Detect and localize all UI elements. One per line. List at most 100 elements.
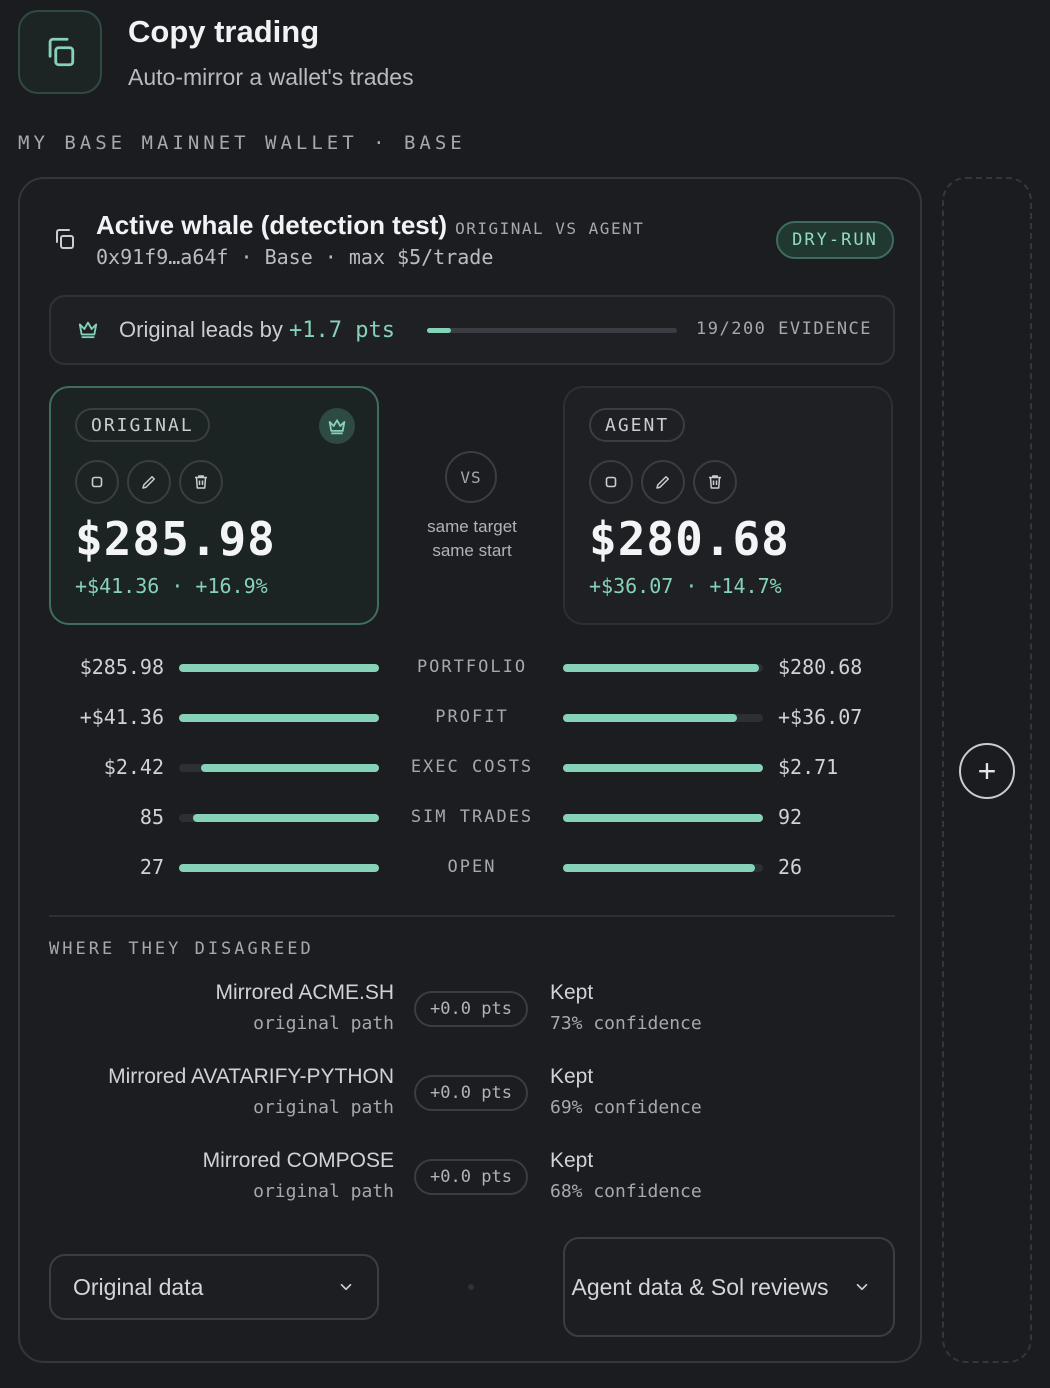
chevron-down-icon: [856, 1283, 868, 1291]
agent-label: AGENT: [589, 408, 686, 442]
divider: [49, 915, 895, 917]
metric-original-bar-fill: [193, 814, 379, 822]
evidence-count: 19/200 EVIDENCE: [696, 319, 873, 339]
agent-portfolio-value: $280.68: [589, 512, 790, 566]
metric-agent-bar-fill: [563, 664, 759, 672]
disagreement-path: original path: [253, 1013, 394, 1034]
pencil-icon: [656, 476, 669, 489]
disagreement-row: Mirrored COMPOSE original path +0.0 pts Kep…: [20, 1149, 924, 1213]
leader-text: Original leads by +1.7 pts: [119, 317, 395, 343]
delete-button[interactable]: [179, 460, 223, 504]
stop-button[interactable]: [75, 460, 119, 504]
leader-summary: Original leads by +1.7 pts 19/200 EVIDEN…: [49, 295, 895, 365]
disagreement-result: Kept: [550, 981, 594, 1004]
copy-trading-app-icon: [18, 10, 102, 94]
metric-agent-bar-fill: [563, 814, 763, 822]
disagreement-path: original path: [253, 1181, 394, 1202]
metric-agent-bar-fill: [563, 714, 737, 722]
metric-agent-value: 26: [778, 855, 803, 879]
metric-row: 85 SIM TRADES 92: [20, 803, 924, 833]
vs-note-line2: same start: [432, 541, 512, 560]
metric-agent-bar: [563, 814, 763, 822]
pencil-icon: [142, 476, 155, 489]
metric-agent-bar-fill: [563, 764, 763, 772]
wallet-label: MY BASE MAINNET WALLET · BASE: [18, 132, 466, 154]
trash-icon: [709, 475, 721, 489]
stop-button[interactable]: [589, 460, 633, 504]
original-controls: [75, 460, 223, 504]
crown-icon: [328, 419, 346, 435]
metric-label: SIM TRADES: [410, 807, 534, 827]
metric-original-value: 27: [139, 855, 164, 879]
divider-dot: [468, 1284, 474, 1290]
metric-original-bar-fill: [201, 764, 379, 772]
disagreement-row: Mirrored AVATARIFY-PYTHON original path +0…: [20, 1065, 924, 1129]
disagreement-title: Mirrored COMPOSE: [202, 1149, 394, 1172]
original-summary-box: ORIGINAL $285.98 +$41.36 · +16.9%: [49, 386, 379, 625]
add-trader-button[interactable]: +: [959, 743, 1015, 799]
agent-data-dropdown[interactable]: Agent data & Sol reviews: [563, 1237, 895, 1337]
disagreement-points: +0.0 pts: [414, 1159, 528, 1195]
metric-original-bar: [179, 764, 379, 772]
original-label: ORIGINAL: [75, 408, 210, 442]
stop-icon: [605, 476, 617, 488]
metric-label: PROFIT: [435, 707, 509, 727]
metric-agent-value: 92: [778, 805, 803, 829]
delete-button[interactable]: [693, 460, 737, 504]
trash-icon: [195, 475, 207, 489]
plus-icon: +: [977, 753, 997, 789]
metric-original-value: +$41.36: [79, 705, 164, 729]
metric-original-bar: [179, 664, 379, 672]
leader-prefix: Original leads by: [119, 317, 283, 342]
vs-badge: VS: [445, 451, 497, 503]
original-portfolio-value: $285.98: [75, 512, 276, 566]
metric-row: +$41.36 PROFIT +$36.07: [20, 703, 924, 733]
metric-original-bar: [179, 714, 379, 722]
disagreement-confidence: 73% confidence: [550, 1013, 702, 1034]
agent-data-label: Agent data & Sol reviews: [571, 1274, 829, 1300]
disagreement-confidence: 69% confidence: [550, 1097, 702, 1118]
edit-button[interactable]: [127, 460, 171, 504]
page-title: Copy trading: [128, 14, 320, 49]
metric-original-bar: [179, 814, 379, 822]
disagreement-result: Kept: [550, 1149, 594, 1172]
metric-row: 27 OPEN 26: [20, 853, 924, 883]
metric-agent-bar: [563, 764, 763, 772]
crown-icon: [78, 321, 98, 339]
chevron-down-icon: [340, 1283, 352, 1291]
original-delta: +$41.36 · +16.9%: [75, 574, 268, 598]
trader-meta: 0x91f9…a64f · Base · max $5/trade: [96, 245, 494, 269]
metric-label: EXEC COSTS: [410, 757, 534, 777]
vs-note: same target same start: [400, 515, 544, 563]
evidence-progress-fill: [427, 328, 451, 333]
disagreement-path: original path: [253, 1097, 394, 1118]
disagreement-row: Mirrored ACME.SH original path +0.0 pts Kep…: [20, 981, 924, 1045]
disagreement-points: +0.0 pts: [414, 991, 528, 1027]
original-data-dropdown[interactable]: Original data: [49, 1254, 379, 1320]
edit-button[interactable]: [641, 460, 685, 504]
page-subtitle: Auto-mirror a wallet's trades: [128, 64, 414, 90]
metric-original-bar-fill: [179, 664, 379, 672]
metric-agent-bar: [563, 864, 763, 872]
metric-original-bar-fill: [179, 864, 379, 872]
disagreement-result: Kept: [550, 1065, 594, 1088]
compare-tag: ORIGINAL VS AGENT: [455, 219, 645, 238]
metric-agent-bar: [563, 714, 763, 722]
disagreements-title: WHERE THEY DISAGREED: [49, 939, 314, 959]
metric-original-value: 85: [139, 805, 164, 829]
metric-agent-bar-fill: [563, 864, 755, 872]
trader-name-text: Active whale (detection test): [96, 210, 448, 240]
vs-note-line1: same target: [427, 517, 517, 536]
leader-points: +1.7 pts: [289, 318, 395, 343]
disagreement-points: +0.0 pts: [414, 1075, 528, 1111]
agent-summary-box: AGENT $280.68 +$36.07 · +14.7%: [563, 386, 893, 625]
metric-row: $285.98 PORTFOLIO $280.68: [20, 653, 924, 683]
metric-agent-bar: [563, 664, 763, 672]
metric-agent-value: $280.68: [778, 655, 863, 679]
metric-row: $2.42 EXEC COSTS $2.71: [20, 753, 924, 783]
copy-trader-card: Active whale (detection test) ORIGINAL VS…: [18, 177, 922, 1363]
metric-original-value: $285.98: [79, 655, 164, 679]
metric-original-bar: [179, 864, 379, 872]
metric-label: OPEN: [447, 857, 497, 877]
trader-name: Active whale (detection test) ORIGINAL VS…: [96, 210, 644, 241]
